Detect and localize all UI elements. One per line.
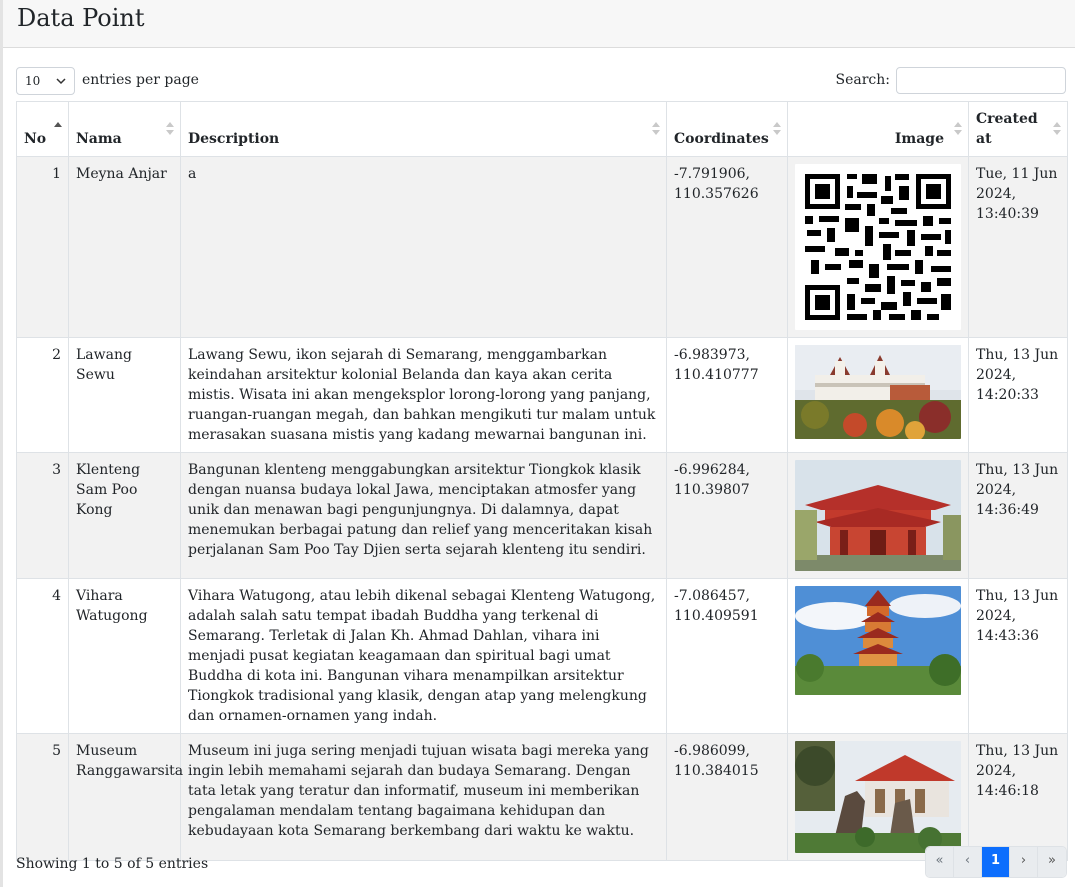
entries-per-page-value: 10 [25, 74, 41, 88]
sort-icon [1053, 122, 1061, 136]
sort-icon [652, 122, 660, 136]
qr-code-image [795, 164, 961, 330]
pagination: « ‹ 1 › » [925, 846, 1067, 878]
cell-description: Bangunan klenteng menggabungkan arsitekt… [180, 452, 667, 579]
table-footer: Showing 1 to 5 of 5 entries « ‹ 1 › » [16, 846, 1067, 878]
table-row: 2 Lawang Sewu Lawang Sewu, ikon sejarah … [16, 337, 1068, 453]
column-header-created-at[interactable]: Created at [968, 101, 1068, 157]
search-input[interactable] [896, 67, 1066, 94]
lawang-sewu-photo [795, 345, 961, 439]
previous-page-button[interactable]: ‹ [954, 847, 982, 877]
sam-poo-kong-photo [795, 460, 961, 571]
cell-description: Vihara Watugong, atau lebih dikenal seba… [180, 578, 667, 734]
cell-nama: Museum Ranggawarsita [68, 733, 183, 861]
next-page-button[interactable]: › [1010, 847, 1038, 877]
cell-nama: Lawang Sewu [68, 337, 181, 453]
entries-per-page-select[interactable]: 10 [16, 67, 75, 95]
page-1-button[interactable]: 1 [982, 847, 1010, 877]
table-info: Showing 1 to 5 of 5 entries [16, 856, 209, 872]
cell-created-at: Thu, 13 Jun 2024, 14:20:33 [968, 337, 1068, 453]
page-title: Data Point [17, 4, 145, 32]
column-header-image[interactable]: Image [787, 101, 969, 157]
table-row: 3 Klenteng Sam Poo Kong Bangunan klenten… [16, 452, 1068, 579]
vihara-watugong-photo [795, 586, 961, 695]
cell-created-at: Tue, 11 Jun 2024, 13:40:39 [968, 156, 1068, 338]
sort-icon [954, 122, 962, 136]
column-header-coordinates[interactable]: Coordinates [666, 101, 788, 157]
cell-image [787, 452, 969, 579]
table-row: 5 Museum Ranggawarsita Museum ini juga s… [16, 733, 1068, 861]
chevron-down-icon [56, 78, 66, 85]
sort-asc-icon [54, 122, 62, 136]
table-header-row: No Nama Description Coordinates Image Cr… [16, 101, 1068, 157]
museum-ranggawarsita-photo [795, 741, 961, 853]
cell-image [787, 156, 969, 338]
cell-coordinates: -6.996284, 110.39807 [666, 452, 788, 579]
cell-created-at: Thu, 13 Jun 2024, 14:43:36 [968, 578, 1068, 734]
cell-nama: Klenteng Sam Poo Kong [68, 452, 181, 579]
cell-description: a [180, 156, 667, 338]
cell-nama: Vihara Watugong [68, 578, 181, 734]
cell-description: Lawang Sewu, ikon sejarah di Semarang, m… [180, 337, 667, 453]
cell-no: 5 [16, 733, 69, 861]
cell-image [787, 578, 969, 734]
card-header: Data Point [3, 0, 1075, 48]
search-label: Search: [835, 72, 891, 88]
cell-description: Museum ini juga sering menjadi tujuan wi… [180, 733, 667, 861]
column-header-no[interactable]: No [16, 101, 69, 157]
cell-no: 3 [16, 452, 69, 579]
column-header-description[interactable]: Description [180, 101, 667, 157]
cell-no: 2 [16, 337, 69, 453]
table-controls: 10 entries per page Search: [16, 66, 1066, 96]
cell-coordinates: -6.986099, 110.384015 [666, 733, 788, 861]
cell-image [787, 337, 969, 453]
cell-created-at: Thu, 13 Jun 2024, 14:46:18 [968, 733, 1068, 861]
first-page-button[interactable]: « [926, 847, 954, 877]
left-edge [0, 0, 3, 887]
table-row: 1 Meyna Anjar a -7.791906, 110.357626 Tu… [16, 156, 1068, 338]
cell-coordinates: -7.086457, 110.409591 [666, 578, 788, 734]
last-page-button[interactable]: » [1038, 847, 1066, 877]
sort-icon [773, 122, 781, 136]
cell-coordinates: -7.791906, 110.357626 [666, 156, 788, 338]
cell-nama: Meyna Anjar [68, 156, 181, 338]
table-row: 4 Vihara Watugong Vihara Watugong, atau … [16, 578, 1068, 734]
cell-created-at: Thu, 13 Jun 2024, 14:36:49 [968, 452, 1068, 579]
data-table: No Nama Description Coordinates Image Cr… [16, 101, 1068, 861]
cell-no: 1 [16, 156, 69, 338]
column-header-nama[interactable]: Nama [68, 101, 181, 157]
cell-image [787, 733, 969, 861]
sort-icon [166, 122, 174, 136]
entries-per-page-label: entries per page [82, 72, 199, 88]
cell-no: 4 [16, 578, 69, 734]
cell-coordinates: -6.983973, 110.410777 [666, 337, 788, 453]
